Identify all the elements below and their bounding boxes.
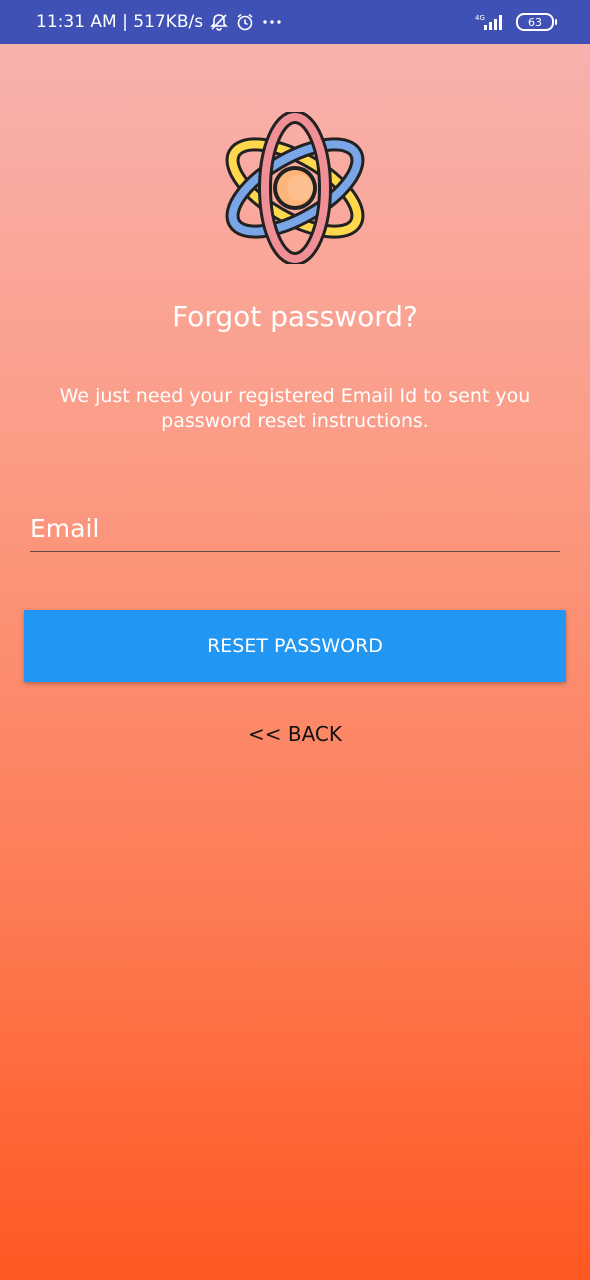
atom-icon [225,112,365,264]
battery-level: 63 [528,15,542,29]
page-title: Forgot password? [172,300,418,333]
email-field-container [30,506,560,552]
email-field[interactable] [30,506,560,550]
signal-icon: 4G [474,12,506,32]
instructions-text: We just need your registered Email Id to… [59,385,531,432]
status-bar: 11:31 AM | 517KB/s 4G 63 [0,0,590,44]
alarm-icon [235,12,255,32]
more-dots-icon [261,12,283,32]
bell-off-icon [209,12,229,32]
reset-password-button[interactable]: RESET PASSWORD [24,610,566,682]
back-link[interactable]: << BACK [0,722,590,746]
status-time-speed: 11:31 AM | 517KB/s [36,12,204,32]
network-type: 4G [475,14,485,22]
battery-icon: 63 [516,13,557,31]
